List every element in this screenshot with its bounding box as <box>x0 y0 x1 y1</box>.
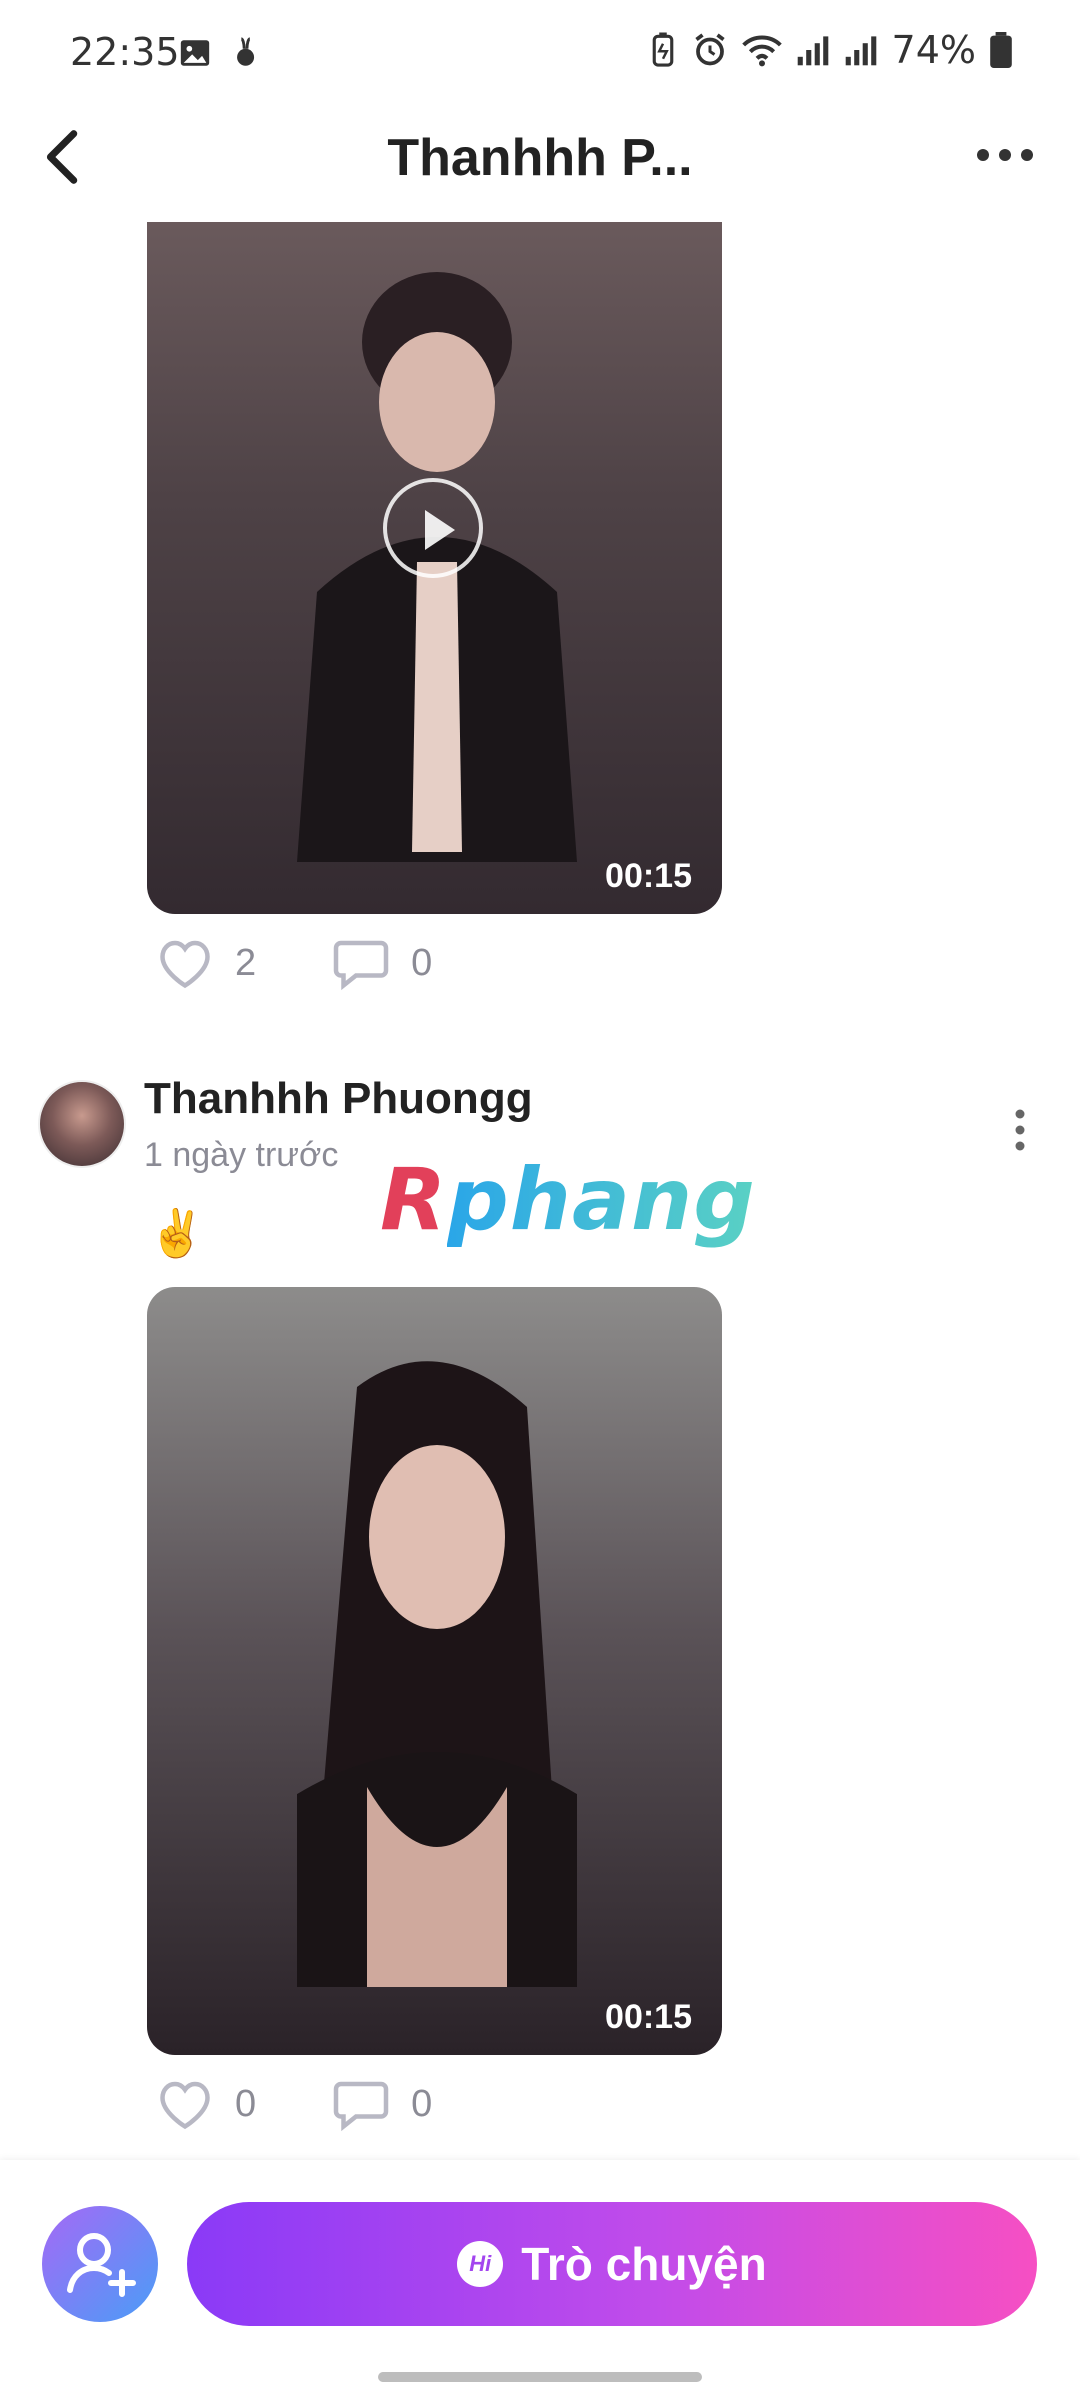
chat-button[interactable]: Hi Trò chuyện <box>187 2202 1037 2326</box>
watermark-part2: phang <box>447 1150 756 1250</box>
like-button[interactable]: 0 <box>155 2076 256 2132</box>
watermark-logo: Rphang <box>380 1150 756 1250</box>
chat-button-label: Trò chuyện <box>521 2238 767 2290</box>
signal-icon <box>797 36 828 66</box>
video-thumbnail[interactable]: 00:15 <box>147 1287 722 2055</box>
image-icon <box>180 40 210 66</box>
post-actions: 2 0 <box>155 935 507 991</box>
wifi-icon <box>741 35 782 67</box>
comment-icon <box>333 2081 389 2132</box>
heart-icon <box>160 940 210 989</box>
play-button[interactable] <box>383 478 483 578</box>
comment-count: 0 <box>411 2082 433 2125</box>
more-vertical-icon <box>1015 1109 1025 1151</box>
like-count: 0 <box>235 2082 257 2125</box>
video-duration: 00:15 <box>605 857 692 895</box>
video-preview-image <box>297 1361 577 1987</box>
watermark-part1: R <box>380 1150 448 1250</box>
hi-chat-icon: Hi <box>457 2241 504 2287</box>
top-app-bar: Thanhhh P... <box>0 100 1080 220</box>
comment-button[interactable]: 0 <box>331 2076 432 2132</box>
home-indicator[interactable] <box>378 2372 702 2382</box>
like-count: 2 <box>235 941 257 984</box>
video-thumbnail[interactable]: 00:15 <box>147 222 722 914</box>
page-title: Thanhhh P... <box>387 129 693 187</box>
battery-level: 74% <box>891 28 976 72</box>
post-author[interactable]: Thanhhh Phuongg <box>144 1074 533 1124</box>
bottom-action-bar: Hi Trò chuyện <box>0 2160 1080 2400</box>
status-time: 22:35 <box>70 30 180 74</box>
post-time: 1 ngày trước <box>144 1136 339 1174</box>
post-menu-button[interactable] <box>1005 1100 1035 1160</box>
comment-icon <box>333 940 389 991</box>
more-horizontal-icon <box>977 149 1033 161</box>
bunny-icon <box>237 37 255 66</box>
alarm-icon <box>694 33 725 66</box>
add-friend-button[interactable] <box>42 2206 158 2322</box>
comment-button[interactable]: 0 <box>331 935 432 991</box>
add-user-icon <box>67 2233 136 2297</box>
battery-saver-icon <box>652 32 673 67</box>
status-bar: 22:35 74% <box>0 0 1080 100</box>
post-caption: ✌️ <box>148 1207 206 1259</box>
avatar[interactable] <box>38 1080 126 1168</box>
post-actions: 0 0 <box>155 2076 507 2132</box>
heart-icon <box>160 2081 210 2130</box>
signal-icon <box>845 36 876 66</box>
like-button[interactable]: 2 <box>155 935 256 991</box>
comment-count: 0 <box>411 941 433 984</box>
video-duration: 00:15 <box>605 1998 692 2036</box>
battery-icon <box>990 32 1012 68</box>
more-options-button[interactable] <box>970 130 1040 180</box>
